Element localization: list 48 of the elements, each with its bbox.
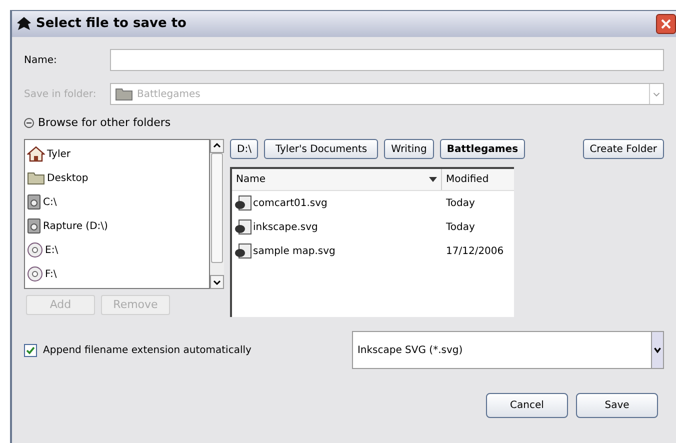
check-icon xyxy=(26,346,35,354)
place-item[interactable]: Rapture (D:\) xyxy=(25,214,209,238)
modified-date: Today xyxy=(445,220,476,234)
browse-expander[interactable]: Browse for other folders xyxy=(24,115,171,131)
name-field[interactable] xyxy=(110,49,664,71)
scrollbar[interactable] xyxy=(210,139,224,289)
file-type-dropdown[interactable]: Inkscape SVG (*.svg) xyxy=(352,331,664,369)
place-item[interactable]: Tyler xyxy=(25,142,209,166)
name-label: Name: xyxy=(24,54,58,68)
save-in-label: Save in folder: xyxy=(24,88,98,102)
place-item[interactable]: Desktop xyxy=(25,166,209,190)
close-button[interactable] xyxy=(656,14,676,34)
window-title: Select file to save to xyxy=(36,15,186,34)
file-icon xyxy=(234,243,252,259)
modified-date: 17/12/2006 xyxy=(445,244,505,258)
folder-icon xyxy=(115,87,133,101)
create-folder-button[interactable]: Create Folder xyxy=(582,139,664,159)
folder-icon xyxy=(27,171,45,185)
path-button[interactable]: Writing xyxy=(384,139,434,159)
column-header[interactable]: Name xyxy=(232,169,442,190)
save-button[interactable]: Save xyxy=(576,393,658,418)
place-item[interactable]: E:\ xyxy=(25,238,209,262)
path-button[interactable]: Battlegames xyxy=(440,139,526,159)
scroll-down-icon[interactable] xyxy=(210,275,224,289)
file-name[interactable]: sample map.svg xyxy=(253,244,336,258)
scroll-up-icon[interactable] xyxy=(210,139,224,153)
cancel-button[interactable]: Cancel xyxy=(486,393,568,418)
drive-icon xyxy=(27,218,41,234)
disc-icon xyxy=(27,242,43,258)
file-name[interactable]: comcart01.svg xyxy=(253,196,328,210)
path-button[interactable]: D:\ xyxy=(230,139,258,159)
disc-icon xyxy=(27,266,43,282)
app-icon xyxy=(16,17,32,31)
place-item[interactable]: F:\ xyxy=(25,262,209,286)
file-name[interactable]: inkscape.svg xyxy=(253,220,318,234)
close-icon xyxy=(660,18,672,30)
path-button[interactable]: Tyler's Documents xyxy=(264,139,378,159)
checkbox-label: Append filename extension automatically xyxy=(43,344,252,358)
drive-icon xyxy=(27,194,41,210)
file-icon xyxy=(234,195,252,211)
place-item[interactable]: C:\ xyxy=(25,190,209,214)
column-header[interactable]: Modified xyxy=(442,169,514,190)
modified-date: Today xyxy=(445,196,476,210)
checkbox[interactable] xyxy=(24,344,37,356)
sort-icon xyxy=(429,177,437,182)
chevron-icon xyxy=(651,332,663,368)
file-icon xyxy=(234,219,252,235)
house-icon xyxy=(27,146,45,162)
